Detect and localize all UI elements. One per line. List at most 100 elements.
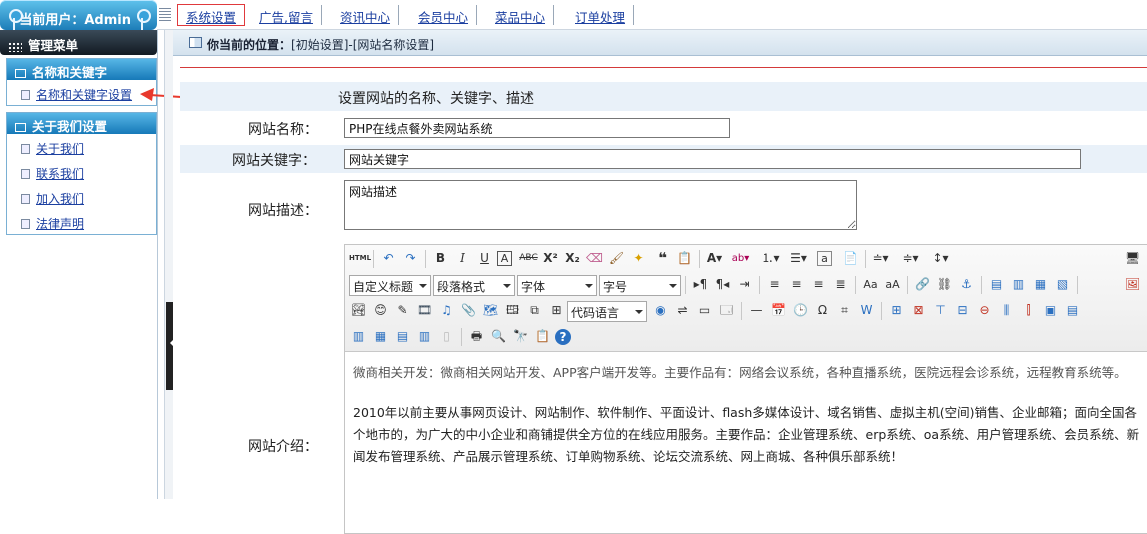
ordered-list-icon[interactable]: ⒈▾ <box>761 249 780 268</box>
special-chars-icon[interactable]: Ω <box>813 301 832 320</box>
insert-video-icon[interactable]: 🎞 <box>415 301 434 320</box>
unordered-list-icon[interactable]: ☰▾ <box>789 249 808 268</box>
format-painter-icon[interactable]: 🖌 <box>607 249 626 268</box>
merge-right-icon[interactable]: ▤ <box>1063 301 1082 320</box>
help-icon[interactable]: ? <box>555 329 571 345</box>
sidebar-link[interactable]: 法律声明 <box>36 217 84 231</box>
delete-row-icon[interactable]: ⊖ <box>975 301 994 320</box>
insert-image-icon[interactable]: 🏞 <box>349 301 368 320</box>
line-height-icon[interactable]: ↕▾ <box>931 249 950 268</box>
align-right-icon[interactable]: ≡ <box>809 275 828 294</box>
tab-system-settings[interactable]: 系统设置 <box>177 4 246 26</box>
sidebar-link[interactable]: 联系我们 <box>36 167 84 181</box>
scrawl-icon[interactable]: ✎ <box>393 301 412 320</box>
subscript-icon[interactable]: X₂ <box>563 249 582 268</box>
merge-down-icon[interactable]: ▥ <box>349 327 368 346</box>
align-center-icon[interactable]: ≡ <box>787 275 806 294</box>
search-replace-icon[interactable]: 🔭 <box>511 327 530 346</box>
split-to-cells-icon[interactable]: ▦ <box>371 327 390 346</box>
group-header[interactable]: 关于我们设置 <box>7 113 156 134</box>
row-spacing-top-icon[interactable]: ≐▾ <box>871 249 890 268</box>
preview-icon[interactable]: 🔍 <box>489 327 508 346</box>
underline-icon[interactable]: U <box>475 249 494 268</box>
undo-icon[interactable]: ↶ <box>379 249 398 268</box>
font-family-select[interactable]: 字体 <box>517 275 597 296</box>
redo-icon[interactable]: ↷ <box>401 249 420 268</box>
select-all-icon[interactable]: a <box>817 251 832 266</box>
to-uppercase-icon[interactable]: Aa <box>861 275 880 294</box>
sidebar-link[interactable]: 关于我们 <box>36 142 84 156</box>
anchor-icon[interactable]: ⚓ <box>957 275 976 294</box>
insert-table-icon[interactable]: ⊞ <box>887 301 906 320</box>
image-none-icon[interactable]: ▤ <box>987 275 1006 294</box>
music-icon[interactable]: ♫ <box>437 301 456 320</box>
description-textarea[interactable]: 网站描述 <box>344 180 857 230</box>
eraser-icon[interactable]: ⌫ <box>585 249 604 268</box>
pagebreak-icon[interactable]: ⇌ <box>673 301 692 320</box>
code-language-select[interactable]: 代码语言 <box>567 301 647 322</box>
unlink-icon[interactable]: ⛓ <box>935 275 954 294</box>
fullscreen-icon[interactable]: 🖥 <box>1123 249 1142 268</box>
font-color-icon[interactable]: A▾ <box>705 249 724 268</box>
sidebar-item-legal[interactable]: 法律声明 <box>7 209 156 234</box>
print-icon[interactable]: 🖶 <box>467 327 486 346</box>
blockquote-icon[interactable]: ❝ <box>653 249 672 268</box>
image-center-icon[interactable]: ▧ <box>1053 275 1072 294</box>
align-justify-icon[interactable]: ≣ <box>831 275 850 294</box>
insert-row-icon[interactable]: ⊟ <box>953 301 972 320</box>
font-border-icon[interactable]: A <box>497 251 512 266</box>
clear-document-icon[interactable]: 📄 <box>841 249 860 268</box>
site-name-input[interactable] <box>344 118 730 138</box>
background-icon[interactable]: 🗔 <box>717 301 736 320</box>
time-icon[interactable]: 🕒 <box>791 301 810 320</box>
simple-upload-icon[interactable]: 🖼 <box>1123 275 1142 294</box>
superscript-icon[interactable]: X² <box>541 249 560 268</box>
tab-ads-messages[interactable]: 广告,留言 <box>251 5 322 25</box>
emotion-icon[interactable]: 😊 <box>371 301 390 320</box>
paragraph-format-select[interactable]: 段落格式 <box>433 275 515 296</box>
chart-icon[interactable]: ▯ <box>437 327 456 346</box>
horizontal-rule-icon[interactable]: — <box>747 301 766 320</box>
collapse-handle[interactable] <box>166 302 173 390</box>
background-color-icon[interactable]: ab▾ <box>731 249 750 268</box>
gmap-icon[interactable]: 🖽 <box>503 301 522 320</box>
bold-icon[interactable]: B <box>431 249 450 268</box>
sidebar-item-name-keywords-settings[interactable]: 名称和关键字设置 <box>7 80 156 105</box>
date-icon[interactable]: 📅 <box>769 301 788 320</box>
tab-member-center[interactable]: 会员中心 <box>410 5 478 25</box>
delete-col-icon[interactable]: ⫿ <box>1019 301 1038 320</box>
indent-icon[interactable]: ⇥ <box>735 275 754 294</box>
keywords-input[interactable] <box>344 149 1081 169</box>
insert-paragraph-before-table-icon[interactable]: ⊤ <box>931 301 950 320</box>
sidebar-item-about-us[interactable]: 关于我们 <box>7 134 156 159</box>
link-icon[interactable]: 🔗 <box>913 275 932 294</box>
webapp-icon[interactable]: ◉ <box>651 301 670 320</box>
attachment-icon[interactable]: 📎 <box>459 301 478 320</box>
image-left-icon[interactable]: ▥ <box>1009 275 1028 294</box>
insert-code-icon[interactable]: ⊞ <box>547 301 566 320</box>
sidebar-item-join-us[interactable]: 加入我们 <box>7 184 156 209</box>
sidebar-item-contact-us[interactable]: 联系我们 <box>7 159 156 184</box>
word-image-icon[interactable]: W <box>857 301 876 320</box>
auto-format-icon[interactable]: ✦ <box>629 249 648 268</box>
map-icon[interactable]: 🗺 <box>481 301 500 320</box>
delete-table-icon[interactable]: ⊠ <box>909 301 928 320</box>
row-spacing-bottom-icon[interactable]: ≑▾ <box>901 249 920 268</box>
font-size-select[interactable]: 字号 <box>599 275 681 296</box>
paste-plain-icon[interactable]: 📋 <box>675 249 694 268</box>
split-to-rows-icon[interactable]: ▤ <box>393 327 412 346</box>
snapscreen-icon[interactable]: ⌗ <box>835 301 854 320</box>
insert-col-icon[interactable]: ⫼ <box>997 301 1016 320</box>
insert-frame-icon[interactable]: ⧉ <box>525 301 544 320</box>
template-icon[interactable]: ▭ <box>695 301 714 320</box>
align-left-icon[interactable]: ≡ <box>765 275 784 294</box>
tab-order-processing[interactable]: 订单处理 <box>567 5 635 25</box>
tab-dish-center[interactable]: 菜品中心 <box>487 5 555 25</box>
sidebar-link[interactable]: 加入我们 <box>36 192 84 206</box>
image-right-icon[interactable]: ▦ <box>1031 275 1050 294</box>
custom-heading-select[interactable]: 自定义标题 <box>349 275 431 296</box>
sidebar-splitter[interactable] <box>164 30 173 499</box>
sidebar-link[interactable]: 名称和关键字设置 <box>36 88 132 102</box>
ltr-icon[interactable]: ▸¶ <box>691 275 710 294</box>
italic-icon[interactable]: I <box>453 249 472 268</box>
